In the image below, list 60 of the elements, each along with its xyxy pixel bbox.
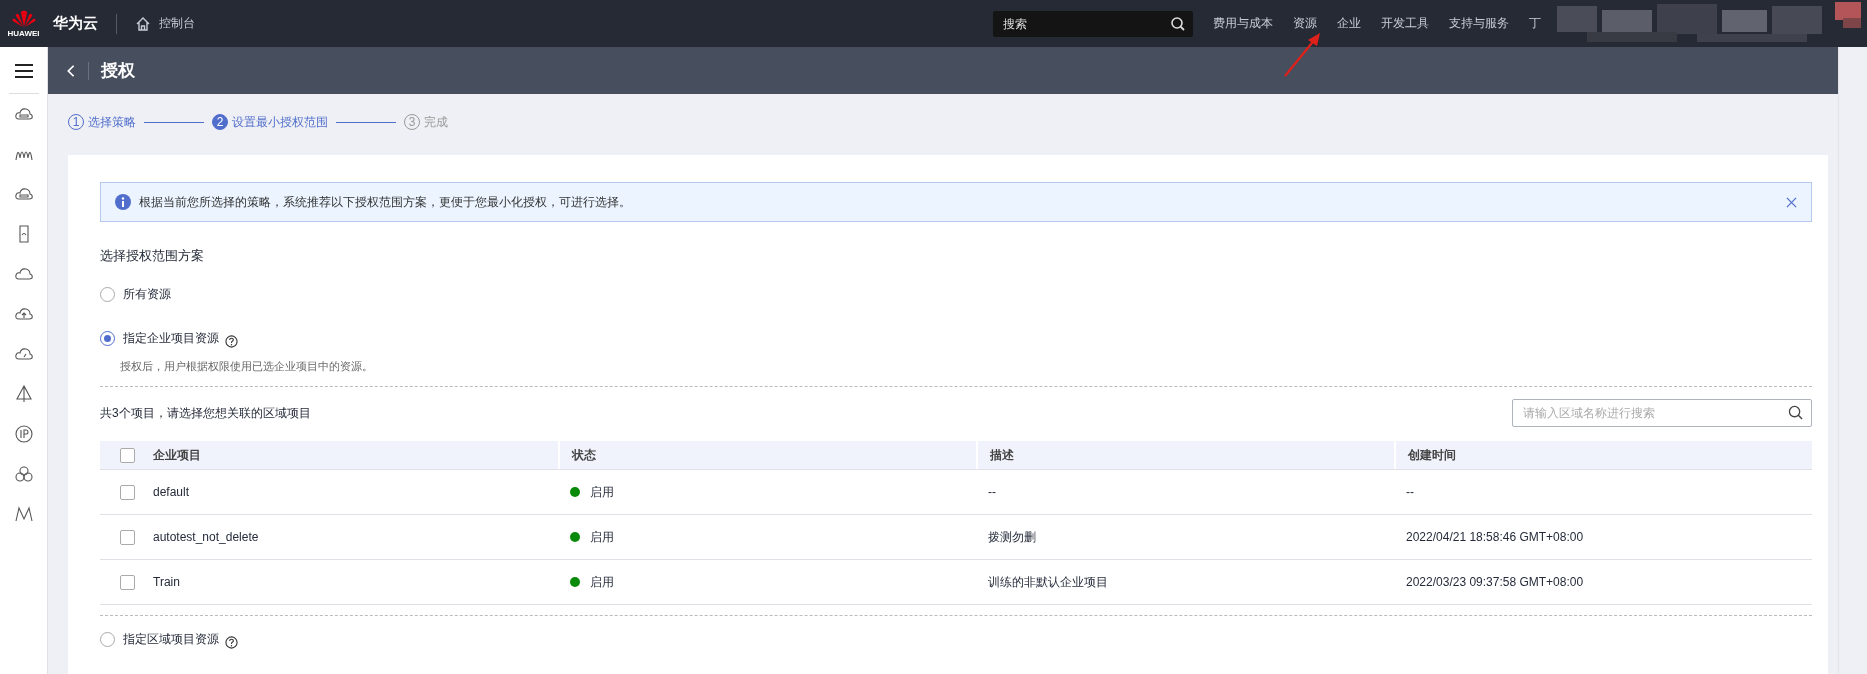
- help-icon[interactable]: [225, 334, 238, 348]
- pyramid-icon[interactable]: [13, 384, 34, 404]
- peaks-icon[interactable]: [13, 504, 34, 524]
- nav-link[interactable]: 费用与成本: [1213, 15, 1273, 32]
- table-cell: 拨测勿删: [988, 528, 1036, 546]
- step-label: 选择策略: [88, 113, 136, 131]
- search-icon[interactable]: [1170, 15, 1186, 32]
- back-icon[interactable]: [66, 63, 76, 78]
- table-cell: 启用: [590, 528, 614, 546]
- option-label: 所有资源: [123, 285, 171, 303]
- table-cell: 训练的非默认企业项目: [988, 573, 1108, 591]
- table-cell: default: [153, 485, 190, 499]
- search-field[interactable]: 请输入区域名称进行搜索: [1512, 399, 1812, 427]
- circles-icon[interactable]: [13, 464, 34, 484]
- project-count: 共3个项目，请选择您想关联的区域项目: [100, 404, 311, 422]
- help-icon[interactable]: [225, 635, 238, 649]
- checkbox[interactable]: [120, 447, 135, 463]
- step-label: 完成: [424, 113, 448, 131]
- table-cell: --: [988, 485, 996, 499]
- option-description: 授权后，用户根据权限使用已选企业项目中的资源。: [120, 359, 374, 374]
- step-label: 设置最小授权范围: [232, 113, 328, 131]
- column-header: 创建时间: [1408, 446, 1456, 464]
- info-text: 根据当前您所选择的策略，系统推荐以下授权范围方案，更便于您最小化授权，可进行选择。: [139, 193, 632, 211]
- search-field[interactable]: 搜索: [993, 10, 1193, 37]
- huawei-logo[interactable]: HUAWEI: [0, 3, 47, 44]
- page-title: 授权: [101, 60, 135, 82]
- radio-button[interactable]: [100, 286, 115, 302]
- nav-link[interactable]: 资源: [1293, 15, 1317, 32]
- brand-name[interactable]: 华为云: [53, 14, 98, 33]
- table-cell: 启用: [590, 573, 614, 591]
- table-cell: autotest_not_delete: [153, 530, 259, 544]
- column-header: 状态: [572, 446, 596, 464]
- option-label: 指定企业项目资源: [123, 329, 219, 347]
- column-header: 企业项目: [153, 446, 201, 464]
- ip-icon[interactable]: [13, 424, 34, 444]
- info-icon: [115, 194, 131, 210]
- radio-button[interactable]: [100, 631, 115, 647]
- column-header: 描述: [990, 446, 1014, 464]
- checkbox[interactable]: [120, 574, 135, 590]
- option-label: 指定区域项目资源: [123, 630, 219, 648]
- annotation-arrow: [1282, 32, 1322, 78]
- home-icon[interactable]: [135, 15, 151, 32]
- nav-link[interactable]: 企业: [1337, 15, 1361, 32]
- radio-button[interactable]: [100, 330, 115, 346]
- console-link[interactable]: 控制台: [159, 15, 195, 32]
- nav-link[interactable]: 支持与服务: [1449, 15, 1509, 32]
- table-cell: 启用: [590, 483, 614, 501]
- table-cell: --: [1406, 485, 1414, 499]
- section-title: 选择授权范围方案: [100, 247, 205, 265]
- close-icon[interactable]: [1786, 196, 1797, 208]
- table-cell: Train: [153, 575, 180, 589]
- checkbox[interactable]: [120, 484, 135, 500]
- checkbox[interactable]: [120, 529, 135, 545]
- nav-link[interactable]: 丁: [1529, 15, 1541, 32]
- table-cell: 2022/03/23 09:37:58 GMT+08:00: [1406, 575, 1584, 589]
- search-icon[interactable]: [1788, 405, 1803, 420]
- nav-link[interactable]: 开发工具: [1381, 15, 1429, 32]
- table-cell: 2022/04/21 18:58:46 GMT+08:00: [1406, 530, 1584, 544]
- step-number: 2: [212, 114, 228, 130]
- menu-icon[interactable]: [13, 63, 34, 79]
